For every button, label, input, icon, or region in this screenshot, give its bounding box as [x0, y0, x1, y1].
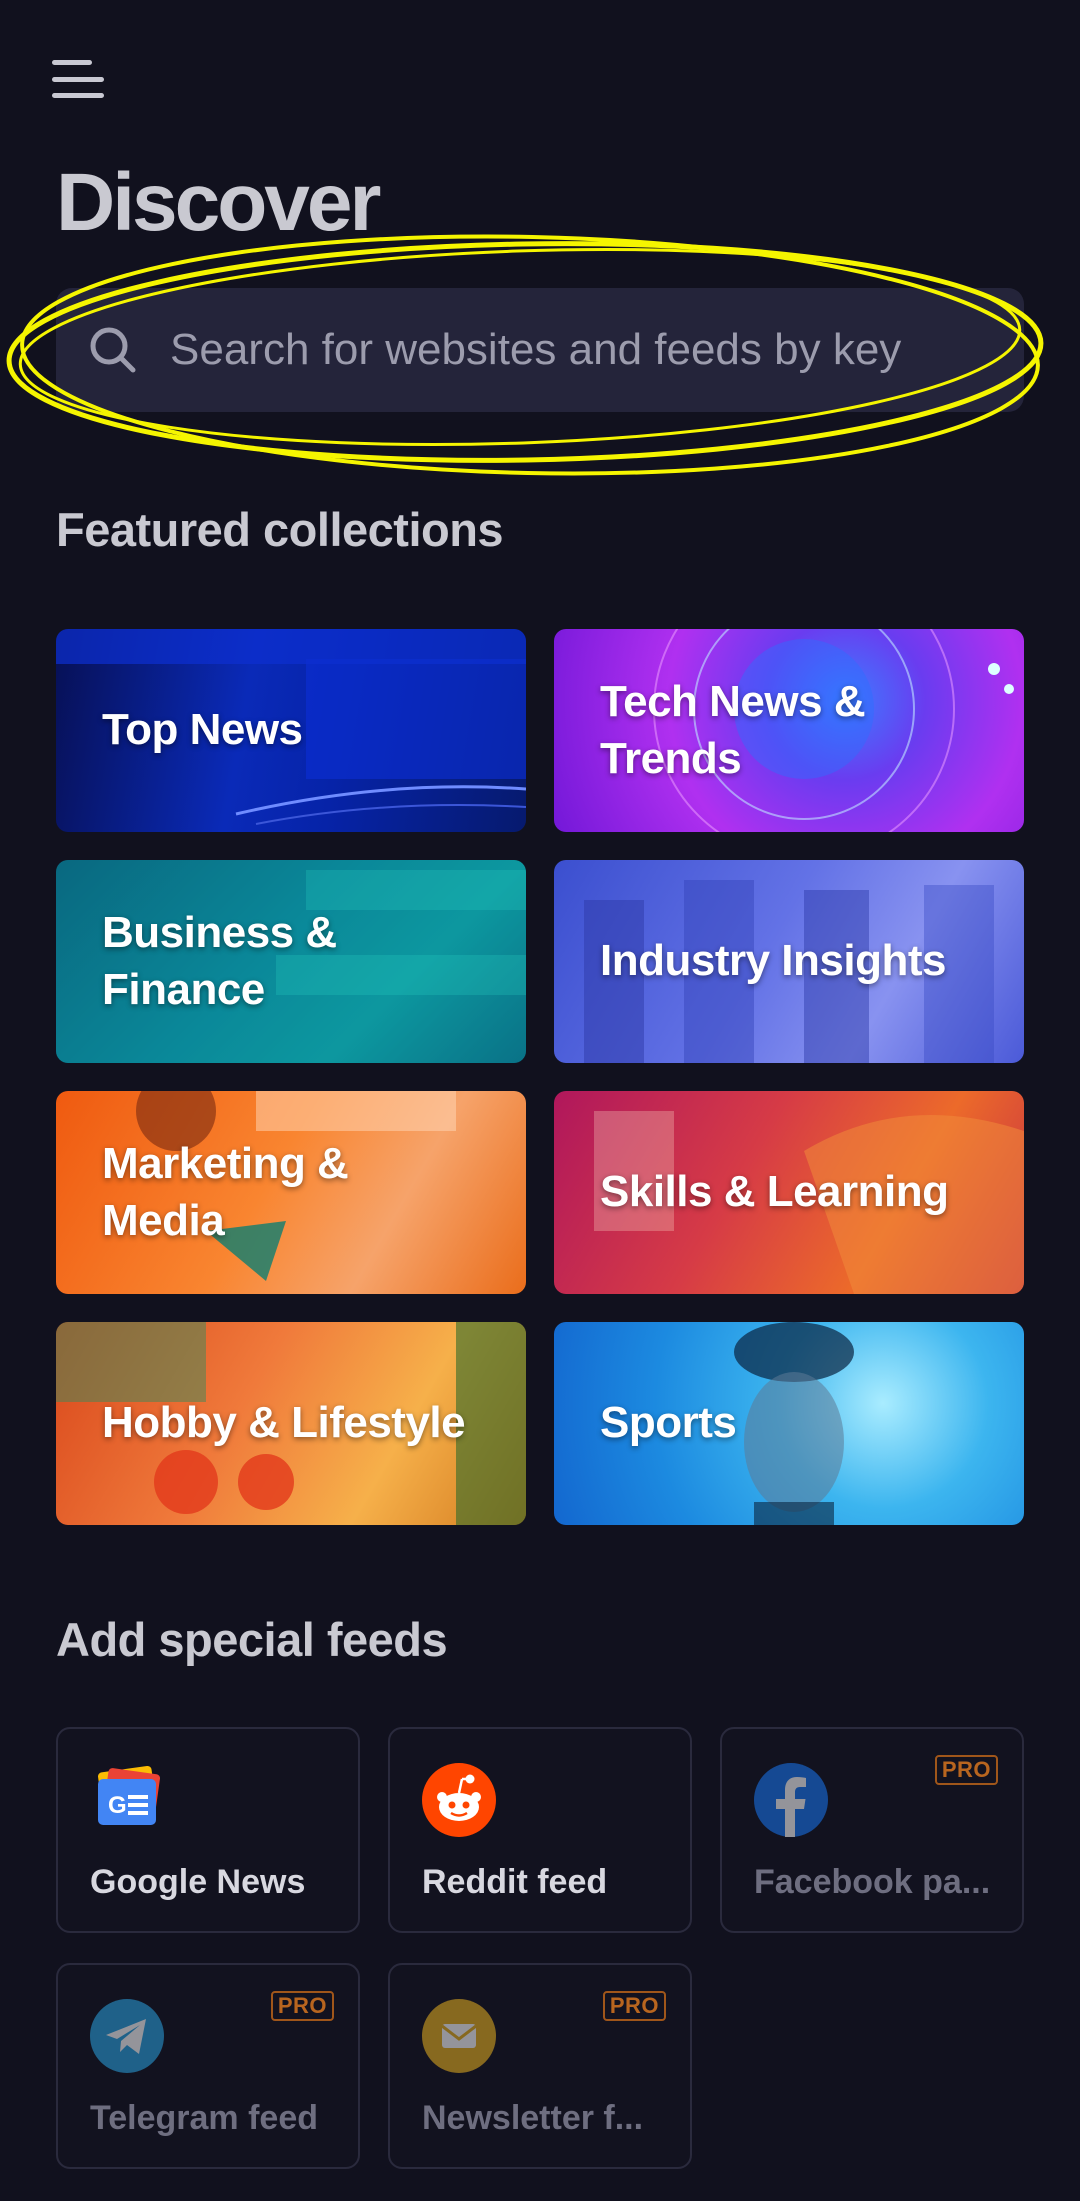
collection-label: Tech News & Trends — [600, 674, 866, 787]
menu-icon-line — [52, 76, 104, 82]
discover-screen: Discover Featured collections Top News — [0, 0, 1080, 2201]
collection-label: Marketing & Media — [102, 1136, 480, 1249]
pro-badge: PRO — [270, 1991, 334, 2022]
collection-label-line2: Finance — [102, 964, 265, 1014]
collection-label-line2: Trends — [600, 733, 742, 783]
feed-label: Facebook pa... — [754, 1863, 991, 1901]
page-title: Discover — [56, 157, 381, 248]
collection-label-line1: Marketing & Media — [102, 1139, 349, 1245]
menu-button[interactable] — [50, 54, 106, 104]
feed-newsletter[interactable]: PRO Newsletter f... — [388, 1963, 692, 2169]
feed-label: Newsletter f... — [422, 2099, 644, 2137]
menu-icon-line — [52, 93, 104, 98]
collection-skills-learning[interactable]: Skills & Learning — [554, 1091, 1024, 1294]
collection-label: Top News — [102, 702, 303, 758]
collection-label-line1: Tech News & — [600, 677, 866, 727]
telegram-icon — [90, 1999, 164, 2073]
collection-sports[interactable]: Sports — [554, 1322, 1024, 1525]
svg-text:G: G — [108, 1792, 127, 1819]
reddit-icon — [422, 1763, 496, 1837]
search-icon — [90, 327, 136, 373]
facebook-icon — [754, 1763, 828, 1837]
search-input[interactable] — [168, 324, 1024, 376]
google-news-icon: G — [97, 1765, 161, 1825]
collection-label-line1: Hobby & Lifestyle — [102, 1398, 466, 1448]
collection-label-line1: Business & — [102, 908, 337, 958]
collection-label-line1: Skills & Learning — [600, 1167, 949, 1217]
featured-collections-title: Featured collections — [56, 503, 504, 556]
collection-marketing-media[interactable]: Marketing & Media — [56, 1091, 526, 1294]
featured-collections-grid: Top News Tech News & Trends Business & F… — [56, 629, 1024, 1525]
collection-label-line1: Sports — [600, 1398, 737, 1448]
feed-facebook[interactable]: PRO Facebook pa... — [720, 1727, 1024, 1933]
feed-google-news[interactable]: G Google News — [56, 1727, 360, 1933]
collection-label: Industry Insights — [600, 933, 946, 989]
collection-label: Skills & Learning — [600, 1164, 949, 1220]
feed-label: Google News — [90, 1863, 306, 1901]
pro-badge: PRO — [602, 1991, 666, 2022]
special-feeds-grid: G Google News Reddit feed PRO Facebook p… — [56, 1727, 1024, 2169]
feed-telegram[interactable]: PRO Telegram feed — [56, 1963, 360, 2169]
special-feeds-title: Add special feeds — [56, 1613, 448, 1666]
mail-icon — [422, 1999, 496, 2073]
search-bar[interactable] — [56, 288, 1024, 412]
collection-label-line1: Top News — [102, 705, 303, 755]
pro-badge: PRO — [934, 1755, 998, 1786]
collection-label: Business & Finance — [102, 905, 337, 1018]
feed-reddit[interactable]: Reddit feed — [388, 1727, 692, 1933]
collection-industry-insights[interactable]: Industry Insights — [554, 860, 1024, 1063]
collection-hobby-lifestyle[interactable]: Hobby & Lifestyle — [56, 1322, 526, 1525]
collection-label: Sports — [600, 1395, 737, 1451]
collection-label-line1: Industry Insights — [600, 936, 946, 986]
feed-label: Telegram feed — [90, 2099, 319, 2137]
collection-business-finance[interactable]: Business & Finance — [56, 860, 526, 1063]
menu-icon — [52, 60, 92, 65]
collection-top-news[interactable]: Top News — [56, 629, 526, 832]
collection-label: Hobby & Lifestyle — [102, 1395, 466, 1451]
collection-tech-news[interactable]: Tech News & Trends — [554, 629, 1024, 832]
feed-label: Reddit feed — [422, 1863, 608, 1901]
